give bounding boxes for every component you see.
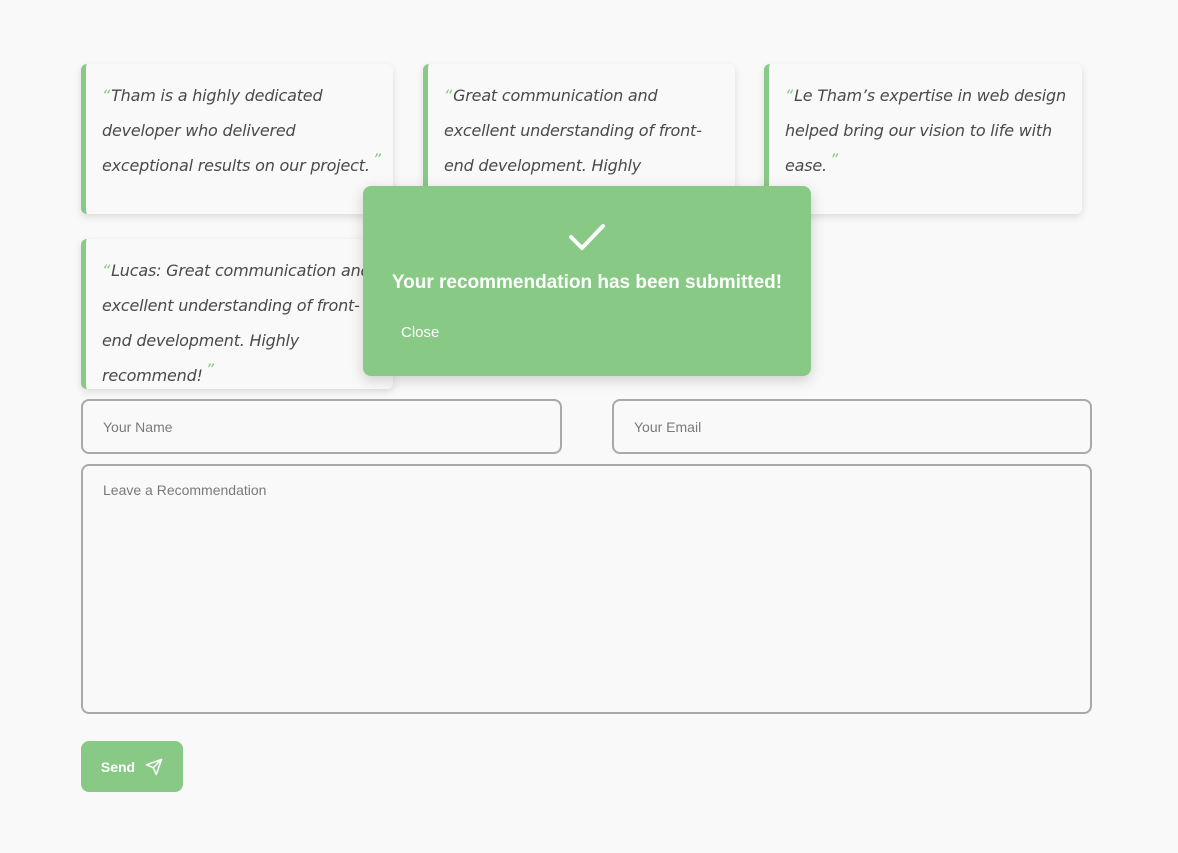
close-quote-icon: ” xyxy=(205,360,214,379)
success-modal: Your recommendation has been submitted! … xyxy=(363,186,811,376)
close-quote-icon: ” xyxy=(829,150,839,169)
close-button[interactable]: Close xyxy=(393,320,447,345)
recommendation-card: “Tham is a highly dedicated developer wh… xyxy=(81,64,393,214)
send-button[interactable]: Send xyxy=(81,741,183,792)
recommendation-card: “Lucas: Great communication and excellen… xyxy=(81,239,393,389)
close-quote-icon: ” xyxy=(372,150,381,169)
recommendation-text: “Lucas: Great communication and excellen… xyxy=(102,261,371,385)
recommendation-textarea[interactable] xyxy=(81,464,1092,714)
recommendation-text: “Tham is a highly dedicated developer wh… xyxy=(102,86,381,175)
name-input[interactable] xyxy=(81,399,562,454)
open-quote-icon: “ xyxy=(785,86,794,105)
recommendation-text: “Le Tham’s expertise in web design helpe… xyxy=(785,86,1066,175)
recommendation-card: “Le Tham’s expertise in web design helpe… xyxy=(764,64,1082,214)
email-input[interactable] xyxy=(612,399,1092,454)
success-message: Your recommendation has been submitted! xyxy=(391,272,783,293)
open-quote-icon: “ xyxy=(102,86,111,105)
open-quote-icon: “ xyxy=(102,261,111,280)
send-button-label: Send xyxy=(100,758,136,775)
send-icon xyxy=(145,758,163,775)
check-icon xyxy=(569,224,605,250)
open-quote-icon: “ xyxy=(444,86,453,105)
